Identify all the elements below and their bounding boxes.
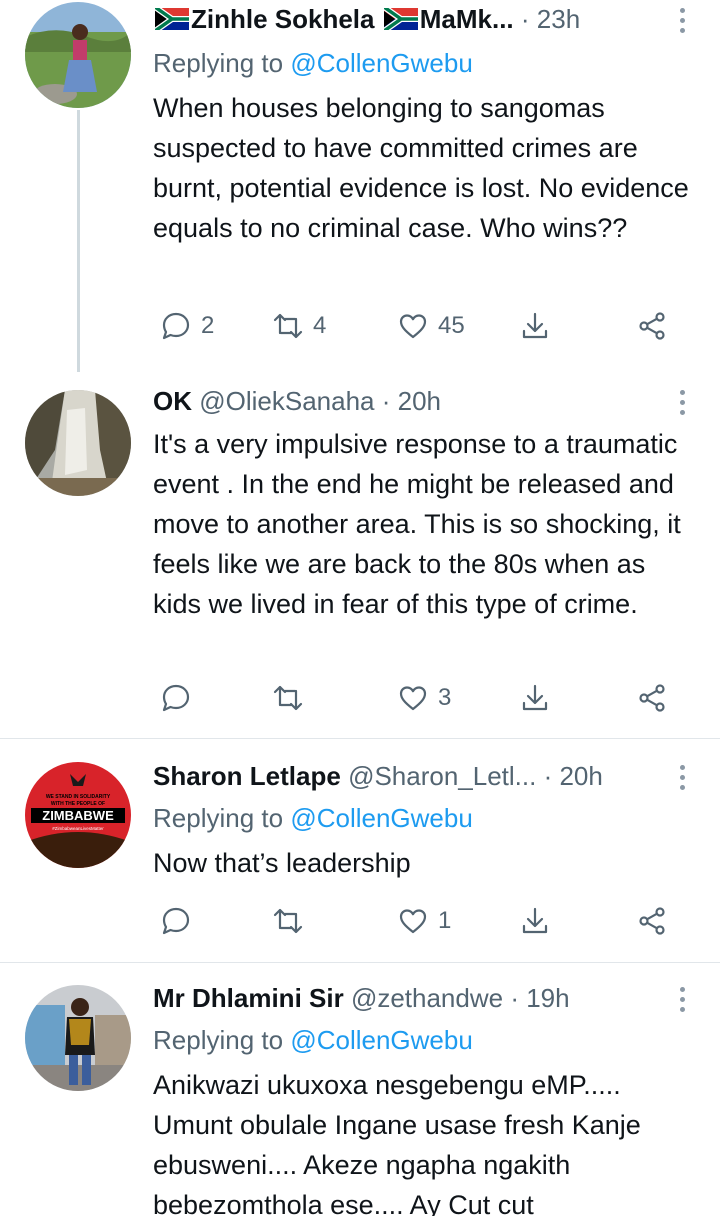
share-icon <box>639 684 665 712</box>
replying-to-mention[interactable]: @CollenGwebu <box>290 803 472 833</box>
heart-icon <box>399 686 427 711</box>
tweet-header: Zinhle Sokhela MaMk... · 23h <box>153 2 680 36</box>
bookmark-download-button[interactable] <box>520 306 550 346</box>
thread-line <box>77 110 80 372</box>
avatar-text-line1: WE STAND IN SOLIDARITY <box>46 794 111 800</box>
author-name-tail: MaMk... <box>419 4 514 34</box>
replying-label: Replying to <box>153 803 284 833</box>
tweet-zinhle[interactable]: Zinhle Sokhela MaMk... · 23h Replying to… <box>0 0 720 372</box>
heart-icon <box>399 314 427 339</box>
retweet-icon <box>273 313 303 339</box>
tweet-time[interactable]: · 19h <box>510 983 569 1013</box>
bookmark-download-button[interactable] <box>520 678 550 718</box>
author-handle[interactable]: @OliekSanaha <box>199 386 374 416</box>
more-vertical-icon[interactable] <box>680 765 686 790</box>
tweet-actions: 2 4 45 <box>153 306 683 346</box>
like-button[interactable]: 3 <box>398 678 451 718</box>
retweet-button[interactable] <box>273 678 313 718</box>
author-handle[interactable]: @Sharon_Letl... <box>348 761 536 791</box>
za-flag-icon <box>383 8 418 30</box>
tweet-header: OK @OliekSanaha · 20h <box>153 384 680 418</box>
retweet-count: 4 <box>313 312 327 339</box>
bookmark-download-button[interactable] <box>520 901 550 941</box>
share-button[interactable] <box>637 901 667 941</box>
avatar[interactable] <box>25 2 131 108</box>
like-count: 1 <box>438 907 452 934</box>
avatar[interactable] <box>25 985 131 1091</box>
author-handle[interactable]: @zethandwe <box>351 983 503 1013</box>
avatar[interactable]: WE STAND IN SOLIDARITY WITH THE PEOPLE O… <box>25 762 131 868</box>
like-button[interactable]: 1 <box>398 901 451 941</box>
avatar-text-line4: #ZimbabweanLivesMatter <box>52 826 104 831</box>
tweet-actions: 1 <box>153 901 683 941</box>
tweet-header: Mr Dhlamini Sir @zethandwe · 19h <box>153 981 680 1015</box>
heart-icon <box>399 909 427 934</box>
replying-to: Replying to @CollenGwebu <box>153 801 473 835</box>
more-vertical-icon[interactable] <box>680 390 686 415</box>
tweet-ok[interactable]: OK @OliekSanaha · 20h It's a very impuls… <box>0 370 720 738</box>
avatar-text-line3: ZIMBABWE <box>42 808 114 823</box>
author-name-text: Zinhle Sokhela <box>191 4 375 34</box>
tweet-text: It's a very impulsive response to a trau… <box>153 429 681 619</box>
reply-icon <box>162 312 190 340</box>
tweet-mr-dhlamini[interactable]: Mr Dhlamini Sir @zethandwe · 19h Replyin… <box>0 963 720 1226</box>
share-button[interactable] <box>637 306 667 346</box>
replying-to-mention[interactable]: @CollenGwebu <box>290 48 472 78</box>
tweet-header: Sharon Letlape @Sharon_Letl... · 20h <box>153 759 680 793</box>
retweet-button[interactable] <box>273 901 313 941</box>
author-name[interactable]: Sharon Letlape <box>153 761 341 791</box>
replying-to: Replying to @CollenGwebu <box>153 46 473 80</box>
bottom-edge <box>0 1216 720 1226</box>
share-button[interactable] <box>637 678 667 718</box>
reply-icon <box>162 684 190 712</box>
tweet-time[interactable]: · 20h <box>382 386 441 416</box>
reply-count: 2 <box>201 312 215 339</box>
retweet-icon <box>273 908 303 934</box>
avatar[interactable] <box>25 390 131 496</box>
like-button[interactable]: 45 <box>398 306 465 346</box>
reply-button[interactable] <box>161 678 201 718</box>
replying-to-mention[interactable]: @CollenGwebu <box>290 1025 472 1055</box>
retweet-button[interactable]: 4 <box>273 306 326 346</box>
retweet-icon <box>273 685 303 711</box>
reply-button[interactable] <box>161 901 201 941</box>
author-name[interactable]: Mr Dhlamini Sir <box>153 983 344 1013</box>
tweet-time[interactable]: · 20h <box>544 761 603 791</box>
tweet-text: Anikwazi ukuxoxa nesgebengu eMP..... Umu… <box>153 1070 641 1220</box>
tweet-actions: 3 <box>153 678 683 718</box>
more-vertical-icon[interactable] <box>680 987 686 1012</box>
reply-button[interactable]: 2 <box>161 306 214 346</box>
tweet-text: Now that’s leadership <box>153 848 411 878</box>
tweet-time[interactable]: · 23h <box>521 4 580 34</box>
author-name[interactable]: Zinhle Sokhela MaMk... <box>153 4 521 34</box>
download-arrow-icon <box>522 684 548 711</box>
reply-icon <box>162 907 190 935</box>
more-vertical-icon[interactable] <box>680 8 686 33</box>
replying-label: Replying to <box>153 1025 284 1055</box>
za-flag-icon <box>155 8 189 30</box>
replying-label: Replying to <box>153 48 284 78</box>
tweet-text: When houses belonging to sangomas suspec… <box>153 93 689 243</box>
like-count: 3 <box>438 684 452 711</box>
replying-to: Replying to @CollenGwebu <box>153 1023 473 1057</box>
share-icon <box>639 312 665 340</box>
author-name[interactable]: OK <box>153 386 192 416</box>
share-icon <box>639 907 665 935</box>
download-arrow-icon <box>522 907 548 934</box>
avatar-text-line2: WITH THE PEOPLE OF <box>51 801 105 807</box>
tweet-sharon[interactable]: WE STAND IN SOLIDARITY WITH THE PEOPLE O… <box>0 739 720 962</box>
like-count: 45 <box>438 312 465 339</box>
download-arrow-icon <box>522 312 548 339</box>
